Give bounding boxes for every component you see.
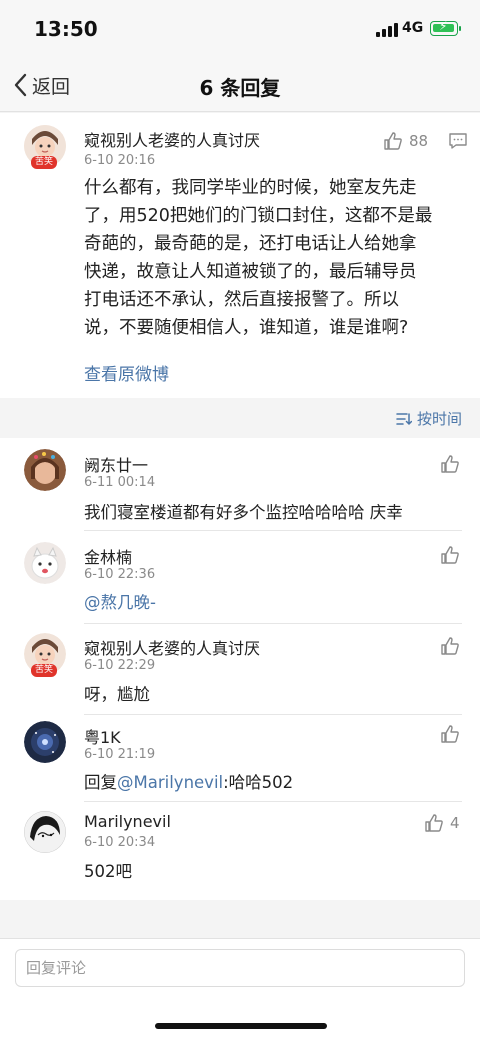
avatar-image (24, 811, 66, 853)
comment-text: 呀，尴尬 (84, 685, 150, 704)
mention-link[interactable]: @熬几晚- (84, 593, 156, 612)
post-line: 打电话还不承认，然后直接报警了。所以 (84, 290, 399, 310)
reply-list: 阙东廿一 6-11 00:14 我们寝室楼道都有好多个监控哈哈哈哈 庆幸 金林楠… (0, 438, 480, 900)
avatar[interactable] (24, 542, 66, 584)
avatar[interactable] (24, 721, 66, 763)
comment-text: 回复@Marilynevil:哈哈502 (84, 769, 293, 793)
avatar[interactable] (24, 811, 66, 853)
post-line: 奇葩的，最奇葩的是，还打电话让人给她拿 (84, 234, 417, 254)
thumbs-up-icon (441, 546, 459, 564)
avatar[interactable] (24, 449, 66, 491)
thumbs-up-icon (441, 725, 459, 743)
sort-button[interactable]: 按时间 (396, 408, 462, 429)
avatar-badge: 苦笑 (31, 664, 58, 677)
view-original-link[interactable]: 查看原微博 (84, 360, 169, 385)
battery-icon: ⚡ (430, 19, 461, 36)
comment-date: 6-10 20:34 (84, 835, 156, 850)
post-body: 什么都有，我同学毕业的时候，她室友先走 了，用520把她们的门锁口封住，这都不是… (84, 174, 466, 342)
comment-date: 6-10 22:29 (84, 658, 156, 673)
reply-bar (0, 938, 480, 1039)
original-comment: 苦笑 窥视别人老婆的人真讨厌 6-10 20:16 88 什么都有，我同学毕业的… (0, 113, 480, 398)
post-username[interactable]: 窥视别人老婆的人真讨厌 (84, 127, 260, 151)
post-line: 什么都有，我同学毕业的时候，她室友先走 (84, 178, 417, 198)
like-button[interactable]: 88 (383, 131, 428, 151)
like-button[interactable] (440, 545, 466, 565)
post-line: 了，用520把她们的门锁口封住，这都不是最 (84, 206, 433, 226)
reply-input[interactable] (15, 949, 465, 987)
nav-bar: 返回 6 条回复 (0, 58, 480, 112)
comment-username[interactable]: 粤1K (84, 724, 121, 748)
reply-prefix: 回复 (84, 773, 117, 792)
post-line: 快递，故意让人知道被锁了的，最后辅导员 (84, 262, 417, 282)
avatar-image (24, 542, 66, 584)
comment-username[interactable]: 阙东廿一 (84, 452, 148, 476)
comment-date: 6-11 00:14 (84, 475, 156, 490)
avatar-image (24, 449, 66, 491)
sort-bar: 按时间 (0, 398, 480, 438)
like-button[interactable] (440, 454, 466, 474)
like-button[interactable] (440, 724, 466, 744)
thumbs-up-icon (425, 814, 443, 832)
avatar-image (24, 721, 66, 763)
thumbs-up-icon (384, 132, 402, 150)
comment-text: 502吧 (84, 862, 132, 881)
sort-label: 按时间 (416, 410, 462, 428)
status-time: 13:50 (34, 17, 98, 41)
comment-icon[interactable] (448, 132, 468, 150)
comment-username[interactable]: Marilynevil (84, 812, 171, 831)
like-count: 88 (409, 132, 429, 150)
mention-link[interactable]: @Marilynevil (117, 773, 223, 792)
sort-icon (396, 412, 412, 425)
comment-text: 我们寝室楼道都有好多个监控哈哈哈哈 庆幸 (84, 503, 403, 522)
thumbs-up-icon (441, 455, 459, 473)
post-date: 6-10 20:16 (84, 153, 156, 168)
page-title: 6 条回复 (199, 76, 281, 100)
avatar-badge: 苦笑 (31, 156, 58, 169)
comment-date: 6-10 22:36 (84, 567, 156, 582)
comment-username[interactable]: 金林楠 (84, 544, 132, 568)
comment-username[interactable]: 窥视别人老婆的人真讨厌 (84, 635, 260, 659)
post-line: 说，不要随便相信人，谁知道，谁是谁啊? (84, 318, 409, 338)
list-item: 阙东廿一 6-11 00:14 我们寝室楼道都有好多个监控哈哈哈哈 庆幸 (0, 438, 480, 530)
network-type: 4G (402, 20, 424, 36)
status-bar: 13:50 4G ⚡ (0, 0, 480, 58)
like-count: 4 (450, 814, 460, 832)
signal-icon (376, 23, 398, 37)
comment-date: 6-10 21:19 (84, 747, 156, 762)
list-item: 粤1K 6-10 21:19 回复@Marilynevil:哈哈502 (0, 715, 480, 801)
comment-text: @熬几晚- (84, 589, 156, 613)
list-item: 金林楠 6-10 22:36 @熬几晚- (0, 531, 480, 623)
like-button[interactable]: 4 (424, 813, 460, 833)
reply-text: :哈哈502 (223, 773, 294, 792)
like-button[interactable] (440, 636, 466, 656)
list-item: Marilynevil 6-10 20:34 4 502吧 (0, 802, 480, 900)
list-item: 苦笑 窥视别人老婆的人真讨厌 6-10 22:29 呀，尴尬 (0, 624, 480, 714)
home-indicator[interactable] (155, 1023, 327, 1029)
thumbs-up-icon (441, 637, 459, 655)
